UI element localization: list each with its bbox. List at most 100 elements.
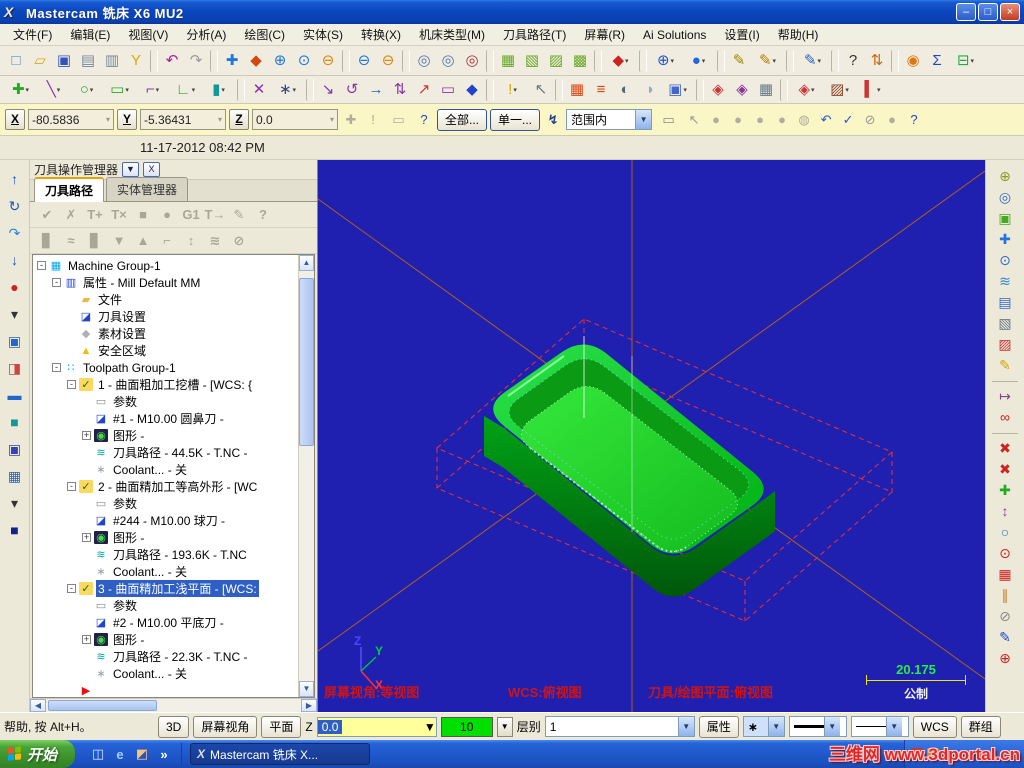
shade-half-icon[interactable]: ◐▾ <box>613 78 637 102</box>
tree-expander[interactable]: - <box>52 278 61 287</box>
combo-arrow-icon[interactable]: ▼ <box>424 720 436 734</box>
plane-button[interactable]: 平面 <box>261 715 302 738</box>
z-axis-button[interactable]: Z <box>229 109 249 130</box>
select-face-icon[interactable]: ● <box>728 109 748 130</box>
tree-row[interactable]: ◪ #244 - M10.00 球刀 - <box>33 512 298 529</box>
print-icon[interactable]: ▤▾ <box>76 49 100 73</box>
tree-row[interactable]: ▲ 安全区域 <box>33 342 298 359</box>
zoom-window2-icon[interactable]: ⊙ <box>992 250 1018 270</box>
panel-collapse-button[interactable]: ▼ <box>122 162 140 177</box>
tree-row[interactable]: ≋ 刀具路径 - 22.3K - T.NC - <box>33 648 298 665</box>
media-icon[interactable]: ◩ <box>133 745 151 763</box>
menu-item[interactable]: 设置(I) <box>715 24 768 45</box>
line-style-combo[interactable]: ▼ <box>788 716 847 737</box>
create-fillet-icon[interactable]: ⌐ ▾ <box>136 78 169 102</box>
swap-icon[interactable]: ↕ <box>992 501 1018 521</box>
sigma-icon[interactable]: Σ▾ <box>925 49 949 73</box>
tree-row[interactable]: - ✓ 2 - 曲面精加工等高外形 - [WC <box>33 478 298 495</box>
combo-arrow-icon[interactable]: ▼ <box>823 717 840 736</box>
move-up-icon[interactable]: ▲ <box>132 231 154 251</box>
stereo-glasses-icon[interactable]: ∞ <box>992 407 1018 427</box>
feed-edit-icon[interactable]: ✎ <box>228 205 250 225</box>
add-entity-icon[interactable]: ✚ <box>992 480 1018 500</box>
minimize-button[interactable]: – <box>956 3 976 21</box>
tree-expander[interactable]: - <box>67 482 76 491</box>
shade-settings-icon[interactable]: ! ▾ <box>496 78 529 102</box>
color-swatch-field[interactable]: 10 <box>440 716 493 737</box>
view-grid-icon[interactable]: ▦▾ <box>754 78 778 102</box>
tree-row[interactable]: ▭ 参数 <box>33 393 298 410</box>
xform-project-icon[interactable]: ◆▾ <box>460 78 484 102</box>
menu-item[interactable]: 转换(X) <box>352 24 410 45</box>
select-single-button[interactable]: 单一... <box>490 108 541 131</box>
shade-box-icon[interactable]: ▣ ▾ <box>661 78 694 102</box>
gview-select-icon[interactable]: ◈ ▾ <box>790 78 823 102</box>
zoom-selected-icon[interactable]: ⊖▾ <box>352 49 376 73</box>
z-coordinate-field[interactable]: 0.0 ▾ <box>252 109 338 130</box>
regen-selected-icon[interactable]: T+ <box>84 205 106 225</box>
scroll-up-icon[interactable]: ▲ <box>299 255 314 271</box>
end-selection-icon[interactable]: ✓ <box>838 109 858 130</box>
tree-row[interactable]: + ◉ 图形 - <box>33 631 298 648</box>
lock-icon[interactable]: ▊ <box>36 231 58 251</box>
zoom-out-icon[interactable]: ⊖▾ <box>376 49 400 73</box>
solid-loft-icon[interactable]: ▩▾ <box>568 49 592 73</box>
sphere-icon[interactable]: ● ▾ <box>682 49 715 73</box>
select-sphere-icon[interactable]: ◍ <box>794 109 814 130</box>
panel-close-button[interactable]: X <box>143 162 161 177</box>
repaint-icon[interactable]: ◎▾ <box>412 49 436 73</box>
analyze-view-icon[interactable]: ◎ <box>992 187 1018 207</box>
solid-revolve-icon[interactable]: ▧▾ <box>520 49 544 73</box>
panel-tab[interactable]: 刀具路径 <box>34 177 105 202</box>
tree-row[interactable]: - ✓ 1 - 曲面粗加工挖槽 - [WCS: { <box>33 376 298 393</box>
tree-expander[interactable]: - <box>52 363 61 372</box>
menu-item[interactable]: 绘图(C) <box>235 24 294 45</box>
xform-mirror-icon[interactable]: →▾ <box>364 78 388 102</box>
grid-red2-icon[interactable]: ▦ <box>992 564 1018 584</box>
x-axis-button[interactable]: X <box>5 109 25 130</box>
layers-icon[interactable]: ▤ <box>992 292 1018 312</box>
paste-wcs-icon[interactable]: ◈▾ <box>730 78 754 102</box>
xform-translate-icon[interactable]: ↘▾ <box>316 78 340 102</box>
3d-toggle-button[interactable]: 3D <box>158 715 190 738</box>
overflow-arrow-icon[interactable]: ▾ <box>4 303 26 325</box>
tree-expander[interactable]: + <box>82 431 91 440</box>
pencil-edit-icon[interactable]: ✎ <box>992 355 1018 375</box>
show-desktop-icon[interactable]: ◫ <box>89 745 107 763</box>
field-dropdown-icon[interactable]: ▾ <box>218 115 222 124</box>
line-width-combo[interactable]: ▼ <box>850 716 909 737</box>
pencil-icon[interactable]: ✎▾ <box>727 49 751 73</box>
post-g1-icon[interactable]: G1 <box>180 205 202 225</box>
selection-arrow-icon[interactable]: ↖▾ <box>529 78 553 102</box>
clear-selection-icon[interactable]: ⊘ <box>860 109 880 130</box>
tree-row[interactable]: ◆ 素材设置 <box>33 325 298 342</box>
tree-row[interactable]: - ▥ 属性 - Mill Default MM <box>33 274 298 291</box>
options-icon[interactable]: ⊘ <box>228 231 250 251</box>
gview-isometric-icon[interactable]: ⊕ <box>992 166 1018 186</box>
color-dropdown-icon[interactable]: ▼ <box>496 716 513 737</box>
scroll-right-icon[interactable]: ▶ <box>301 699 317 712</box>
mru-half-icon[interactable]: ◨ <box>4 357 26 379</box>
delete-dup-icon[interactable]: ✖ <box>992 459 1018 479</box>
tree-row[interactable]: - ∷ Toolpath Group-1 <box>33 359 298 376</box>
export-icon[interactable]: ⊟ ▾ <box>949 49 982 73</box>
combo-arrow-icon[interactable]: ▼ <box>767 717 784 736</box>
pointer-icon[interactable]: ↖ <box>684 109 704 130</box>
pencil-blue-icon[interactable]: ✎ <box>992 627 1018 647</box>
verify-icon[interactable]: ● <box>156 205 178 225</box>
ref-point-icon[interactable]: ↦ <box>992 386 1018 406</box>
prohibit-icon[interactable]: ⊘ <box>992 606 1018 626</box>
chain-icon[interactable]: ◉▾ <box>901 49 925 73</box>
trim-icon[interactable]: ✕▾ <box>247 78 271 102</box>
new-file-icon[interactable]: □▾ <box>4 49 28 73</box>
mru-down-icon[interactable]: ↓ <box>4 249 26 271</box>
find-icon[interactable]: ◎▾ <box>460 49 484 73</box>
dynamic-rotate-icon[interactable]: ◆▾ <box>244 49 268 73</box>
pencils-icon[interactable]: ✎ ▾ <box>751 49 784 73</box>
toolpath-blank-icon[interactable]: ≈ <box>60 231 82 251</box>
shade-tube-icon[interactable]: ◑▾ <box>637 78 661 102</box>
pause-icon[interactable]: ∥ <box>992 585 1018 605</box>
lock2-icon[interactable]: ▊ <box>84 231 106 251</box>
globe-icon[interactable]: ⊕ ▾ <box>649 49 682 73</box>
scroll-down-icon[interactable]: ▼ <box>299 681 314 697</box>
